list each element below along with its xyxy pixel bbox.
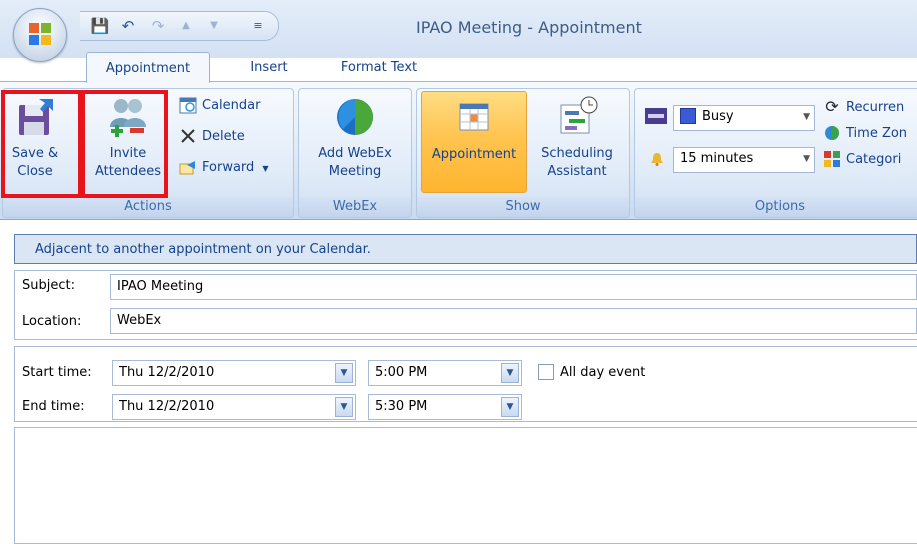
office-logo-icon (29, 23, 51, 45)
tab-insert[interactable]: Insert (236, 55, 302, 81)
webex-group-label: WebEx (299, 197, 411, 217)
categorize-label: Categori (846, 152, 902, 167)
start-date-value: Thu 12/2/2010 (119, 365, 215, 380)
invite-attendees-highlight (81, 90, 168, 198)
show-group-label: Show (417, 197, 629, 217)
start-time-label: Start time: (22, 365, 92, 380)
time-zones-globe-icon (825, 125, 839, 140)
reminder-bell-icon (651, 153, 663, 166)
scheduling-assistant-label-2: Assistant (547, 164, 607, 179)
reminder-dropdown[interactable]: 15 minutes ▼ (673, 147, 815, 173)
recurrence-icon: ⟳ (825, 96, 839, 116)
time-zones-button[interactable]: Time Zon (823, 123, 907, 145)
calendar-button[interactable]: Calendar (179, 95, 260, 117)
delete-label: Delete (202, 129, 245, 144)
time-zones-label: Time Zon (846, 126, 908, 141)
show-group: Appointment Scheduling Assistant Show (416, 88, 630, 218)
reminder-value: 15 minutes (680, 151, 754, 166)
subject-field[interactable]: IPAO Meeting (110, 274, 917, 300)
categorize-icon (824, 150, 840, 167)
next-item-icon[interactable]: ▼ (204, 16, 224, 36)
forward-dropdown-icon[interactable]: ▼ (262, 164, 268, 173)
scheduling-assistant-icon (560, 96, 598, 134)
actions-group-label: Actions (3, 197, 293, 217)
show-as-icon (645, 108, 667, 124)
window-title: IPAO Meeting - Appointment (416, 18, 642, 37)
title-bar: 💾 ↶ ↷ ▲ ▼ ≡ IPAO Meeting - Appointment (0, 0, 917, 62)
show-as-dropdown[interactable]: Busy ▼ (673, 105, 815, 131)
end-time-value: 5:30 PM (375, 399, 428, 414)
start-time-chevron-down-icon[interactable]: ▼ (501, 363, 519, 383)
start-date-picker[interactable]: Thu 12/2/2010 ▼ (112, 360, 356, 386)
end-date-picker[interactable]: Thu 12/2/2010 ▼ (112, 394, 356, 420)
forward-button[interactable]: Forward ▼ (179, 157, 269, 179)
save-close-highlight (1, 90, 82, 198)
delete-button[interactable]: Delete (179, 126, 245, 148)
options-group: Busy ▼ 15 minutes ▼ ⟳ Recurren Time Zon C… (634, 88, 917, 218)
customize-toolbar-icon[interactable]: ≡ (248, 16, 268, 36)
show-as-value: Busy (702, 109, 734, 124)
location-label: Location: (22, 314, 82, 329)
forward-label: Forward (202, 160, 255, 175)
start-time-value: 5:00 PM (375, 365, 428, 380)
redo-icon[interactable]: ↷ (148, 16, 168, 36)
calendar-icon (179, 97, 197, 113)
reminder-chevron-down-icon: ▼ (803, 154, 810, 164)
appointment-view-button[interactable]: Appointment (421, 91, 527, 193)
previous-item-icon[interactable]: ▲ (176, 16, 196, 36)
notes-body[interactable] (14, 427, 917, 544)
end-time-label: End time: (22, 399, 85, 414)
end-time-chevron-down-icon[interactable]: ▼ (501, 397, 519, 417)
webex-globe-icon (337, 99, 373, 135)
delete-icon (181, 128, 195, 143)
undo-icon[interactable]: ↶ (118, 16, 138, 36)
end-date-chevron-down-icon[interactable]: ▼ (335, 397, 353, 417)
end-date-value: Thu 12/2/2010 (119, 399, 215, 414)
add-webex-label-1: Add WebEx (318, 146, 392, 161)
options-group-label: Options (635, 197, 917, 217)
start-time-picker[interactable]: 5:00 PM ▼ (368, 360, 522, 386)
scheduling-assistant-button[interactable]: Scheduling Assistant (529, 95, 625, 181)
recurrence-button[interactable]: ⟳ Recurren (823, 97, 904, 119)
add-webex-label-2: Meeting (328, 164, 382, 179)
quick-access-toolbar: 💾 ↶ ↷ ▲ ▼ ≡ (80, 11, 279, 41)
save-icon[interactable]: 💾 (90, 16, 110, 36)
office-button[interactable] (13, 8, 67, 62)
forward-icon (179, 160, 195, 174)
calendar-label: Calendar (202, 98, 261, 113)
recurrence-label: Recurren (846, 100, 905, 115)
tab-format-text[interactable]: Format Text (328, 55, 430, 81)
location-field[interactable]: WebEx (110, 308, 917, 334)
add-webex-meeting-button[interactable]: Add WebEx Meeting (303, 95, 407, 181)
info-bar: Adjacent to another appointment on your … (14, 234, 917, 264)
ribbon: Save & Close Invite Attendees Calendar D… (0, 81, 917, 220)
webex-group: Add WebEx Meeting WebEx (298, 88, 412, 218)
start-date-chevron-down-icon[interactable]: ▼ (335, 363, 353, 383)
end-time-picker[interactable]: 5:30 PM ▼ (368, 394, 522, 420)
appointment-icon (459, 103, 489, 131)
appointment-view-label: Appointment (431, 147, 517, 162)
all-day-label: All day event (560, 365, 646, 380)
all-day-checkbox[interactable] (538, 364, 554, 380)
scheduling-assistant-label-1: Scheduling (541, 146, 613, 161)
show-as-chevron-down-icon: ▼ (803, 112, 810, 122)
tab-appointment[interactable]: Appointment (86, 52, 210, 83)
busy-color-swatch (680, 107, 696, 124)
categorize-button[interactable]: Categori (823, 149, 901, 171)
subject-label: Subject: (22, 278, 75, 293)
